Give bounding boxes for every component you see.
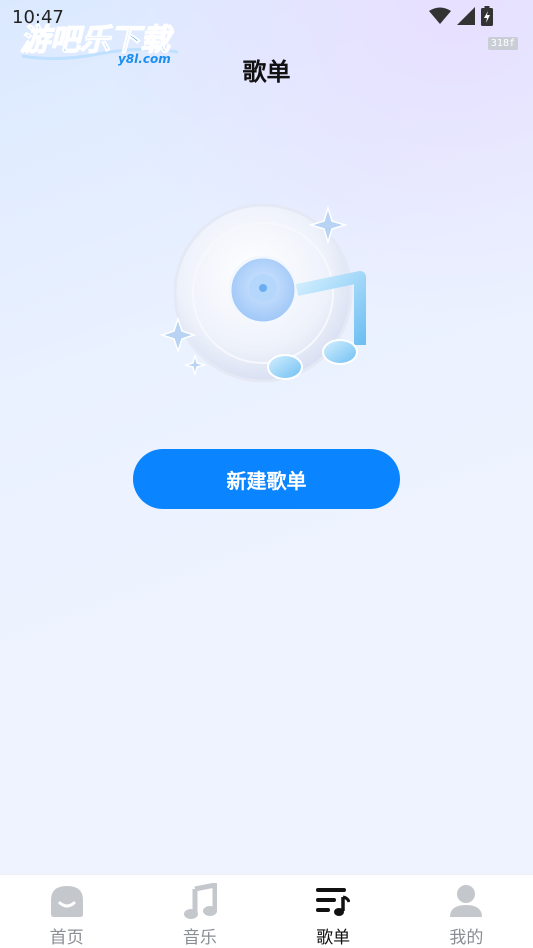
nav-item-playlist[interactable]: 歌单 xyxy=(268,875,398,948)
home-indicator xyxy=(360,944,384,947)
battery-charging-icon xyxy=(481,6,493,26)
profile-icon xyxy=(446,881,486,921)
nav-label-playlist: 歌单 xyxy=(316,928,351,948)
nav-item-profile[interactable]: 我的 xyxy=(401,875,531,948)
nav-item-home[interactable]: 首页 xyxy=(2,875,132,948)
music-note-icon xyxy=(180,881,220,921)
nav-label-home: 首页 xyxy=(49,928,84,948)
nav-label-profile: 我的 xyxy=(449,928,484,948)
signal-icon xyxy=(457,7,475,25)
nav-item-music[interactable]: 音乐 xyxy=(135,875,265,948)
playlist-screen: 10:47 318f 游吧乐下载 y8l.com 歌单 新建歌单 首页 音乐 歌… xyxy=(0,0,533,948)
home-icon xyxy=(47,881,87,921)
new-playlist-button[interactable]: 新建歌单 xyxy=(133,449,400,509)
fps-badge: 318f xyxy=(487,37,518,50)
nav-label-music: 音乐 xyxy=(182,928,217,948)
bottom-nav: 首页 音乐 歌单 我的 xyxy=(0,874,533,948)
wifi-icon xyxy=(429,7,451,24)
playlist-icon xyxy=(313,881,353,921)
page-title: 歌单 xyxy=(242,58,291,86)
music-disc-illustration xyxy=(159,203,366,383)
status-icons xyxy=(429,6,493,26)
